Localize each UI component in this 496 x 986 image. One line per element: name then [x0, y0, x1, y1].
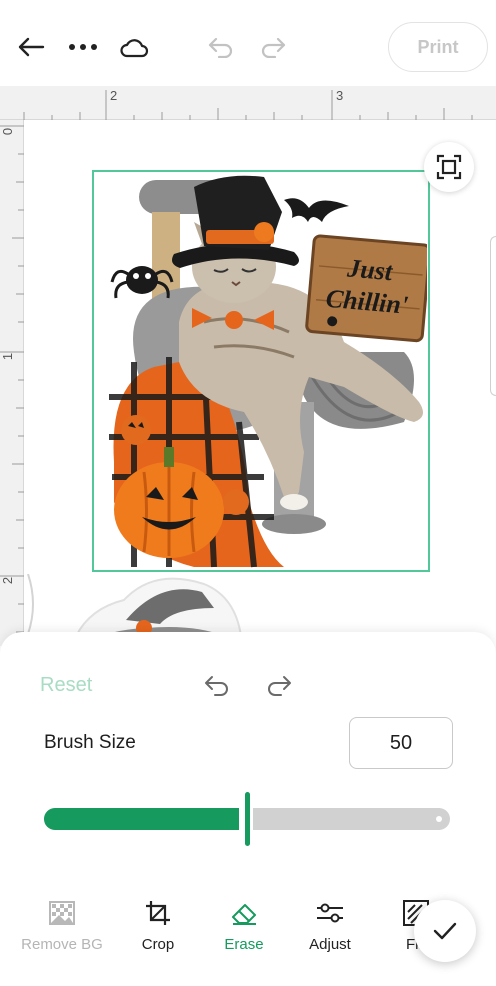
ruler-h-label: 3 — [336, 88, 344, 103]
redo-icon[interactable] — [256, 30, 290, 64]
slider-end-dot — [436, 816, 442, 822]
tool-erase[interactable]: Erase — [196, 898, 292, 953]
erase-settings-panel: Reset Brush Size 50 — [0, 632, 496, 892]
undo-icon — [205, 676, 228, 696]
fit-to-screen-button[interactable] — [424, 142, 474, 192]
tool-label: Crop — [141, 936, 175, 953]
confirm-button[interactable] — [414, 900, 476, 962]
tool-label: Erase — [224, 936, 264, 953]
horizontal-ruler: 2 3 — [0, 86, 496, 120]
design-canvas[interactable]: 2 3 0 1 2 Just Chillin' — [0, 86, 496, 646]
ruler-v-label: 0 — [0, 127, 16, 136]
checker-image-icon — [47, 898, 77, 928]
reset-button[interactable]: Reset — [40, 674, 92, 697]
image-selection-frame[interactable]: Just Chillin' — [92, 170, 432, 572]
slider-thumb[interactable] — [245, 792, 250, 846]
brush-size-label: Brush Size — [44, 732, 136, 753]
tool-label: Adjust — [309, 936, 351, 953]
tool-remove-bg[interactable]: Remove BG — [14, 898, 110, 953]
side-panel-handle[interactable] — [490, 236, 496, 396]
brush-redo-button[interactable] — [262, 670, 296, 700]
brush-size-slider[interactable] — [44, 792, 452, 846]
eraser-icon — [229, 898, 259, 928]
top-toolbar: Print — [0, 0, 496, 86]
sign-text-line1: Just — [345, 253, 394, 286]
back-arrow-icon[interactable] — [14, 30, 48, 64]
sticker-edge — [27, 574, 34, 634]
brush-undo-button[interactable] — [200, 670, 234, 700]
ruler-v-label: 1 — [0, 352, 16, 361]
checkmark-icon — [433, 922, 457, 940]
sliders-icon — [315, 898, 345, 928]
slider-fill — [44, 808, 239, 830]
tool-adjust[interactable]: Adjust — [282, 898, 378, 953]
vertical-ruler: 0 1 2 — [0, 120, 24, 646]
ruler-v-label: 2 — [0, 576, 16, 585]
crop-icon — [143, 898, 173, 928]
tool-label: Remove BG — [21, 936, 103, 953]
halloween-cat-artwork: Just Chillin' — [109, 175, 432, 568]
more-dots-icon[interactable] — [66, 30, 100, 64]
redo-icon — [268, 676, 291, 696]
cloud-icon[interactable] — [117, 30, 151, 64]
fit-to-screen-icon — [436, 154, 462, 180]
brush-size-input[interactable]: 50 — [349, 717, 453, 769]
tool-crop[interactable]: Crop — [110, 898, 206, 953]
ruler-h-label: 2 — [110, 88, 118, 103]
undo-icon[interactable] — [204, 30, 238, 64]
print-button[interactable]: Print — [388, 22, 488, 72]
